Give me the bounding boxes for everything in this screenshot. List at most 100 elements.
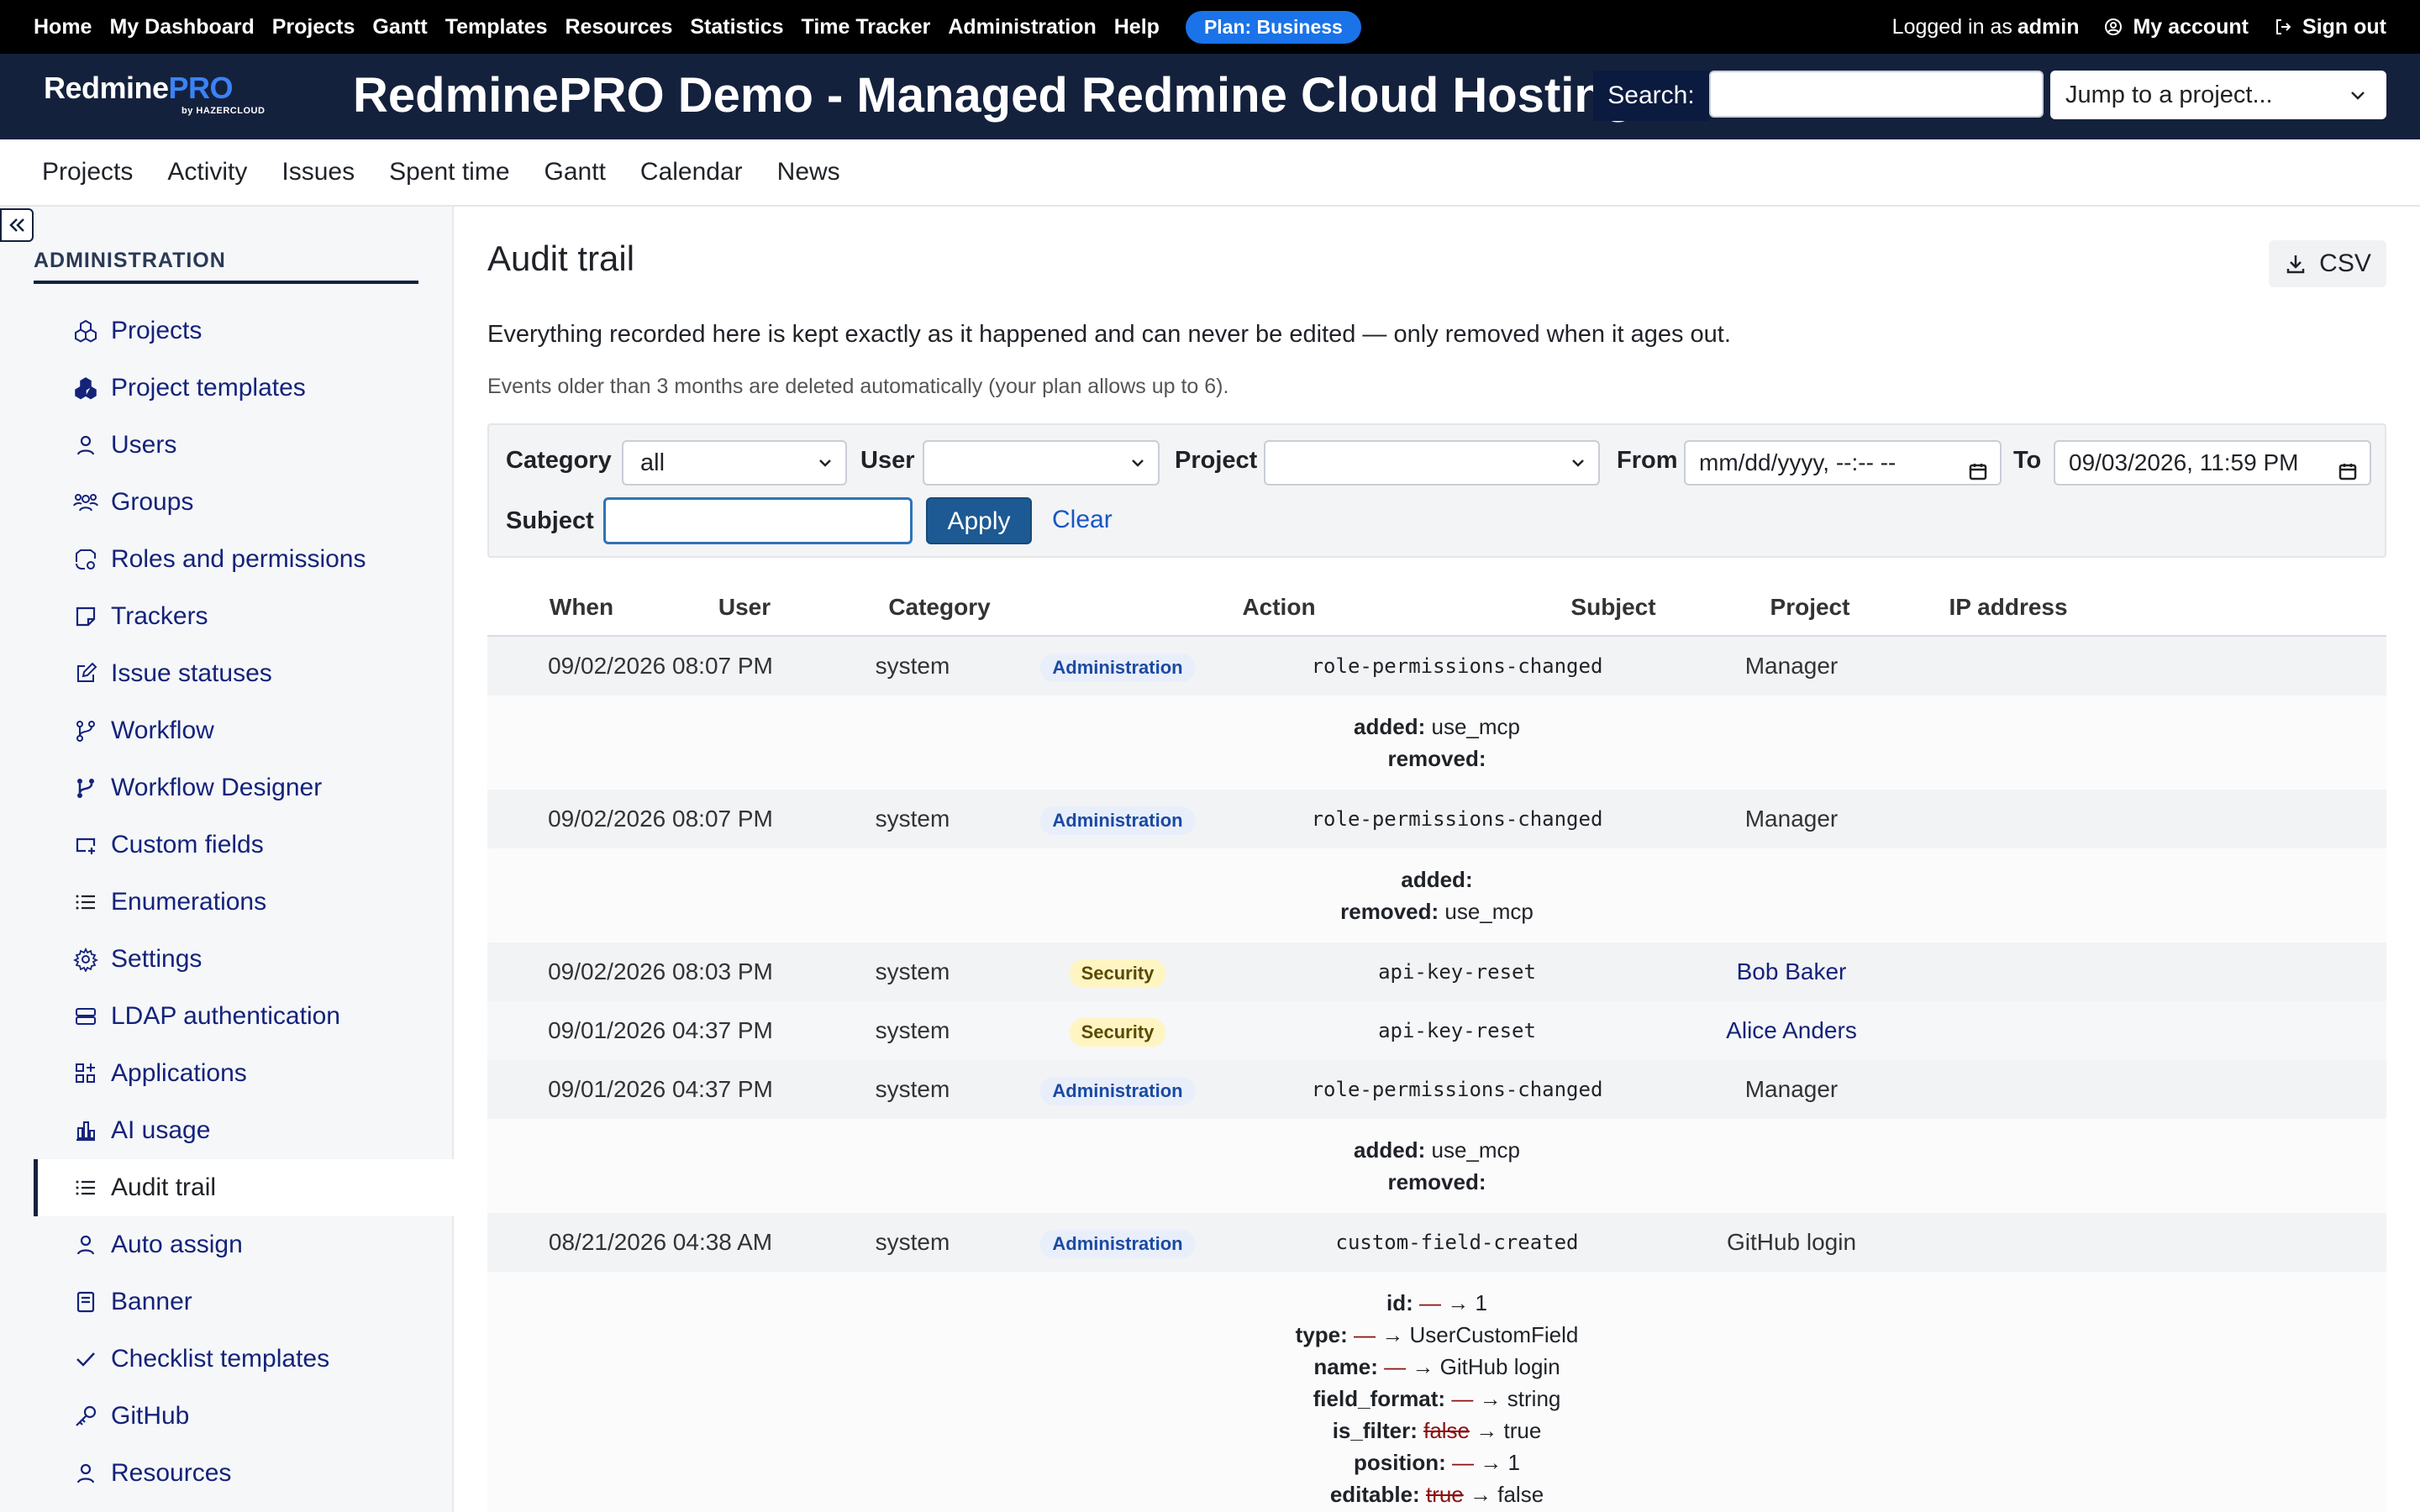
detail-key: position:	[1354, 1450, 1446, 1475]
intro-text: Everything recorded here is kept exactly…	[487, 321, 1731, 348]
subject-label: Subject	[506, 507, 594, 534]
detail-key: added:	[1354, 1137, 1426, 1163]
sidebar-item-label: LDAP authentication	[111, 1002, 340, 1030]
csv-export-button[interactable]: CSV	[2269, 240, 2386, 287]
sidebar-item-applications[interactable]: Applications	[34, 1045, 454, 1102]
sidebar-item-project-templates[interactable]: Project templates	[34, 360, 454, 417]
detail-line: editable: true → false	[487, 1478, 2386, 1510]
sidebar-item-users[interactable]: Users	[34, 417, 454, 474]
projects-icon	[72, 318, 99, 344]
sidebar-item-projects[interactable]: Projects	[34, 302, 454, 360]
main-menu-issues[interactable]: Issues	[281, 158, 355, 186]
apply-button[interactable]: Apply	[926, 497, 1032, 544]
to-date-input[interactable]: 09/03/2026, 11:59 PM	[2054, 440, 2371, 486]
sidebar-item-audit-trail[interactable]: Audit trail	[34, 1159, 454, 1216]
sidebar-item-label: Auto assign	[111, 1231, 243, 1258]
col-when: When	[549, 594, 614, 620]
top-menu-time-tracker[interactable]: Time Tracker	[802, 15, 931, 39]
cell-action: api-key-reset	[1378, 960, 1536, 984]
detail-old-value: —	[1419, 1290, 1442, 1315]
sidebar-item-auto-assign[interactable]: Auto assign	[34, 1216, 454, 1273]
from-date-input[interactable]: mm/dd/yyyy, --:-- --	[1684, 440, 2002, 486]
top-menu-administration[interactable]: Administration	[948, 15, 1096, 39]
sidebar-item-resources[interactable]: Resources	[34, 1445, 454, 1502]
detail-new-value: 1	[1507, 1450, 1520, 1475]
top-menu-statistics[interactable]: Statistics	[690, 15, 783, 39]
table-row: 09/02/2026 08:07 PM system Administratio…	[487, 637, 2386, 696]
logo[interactable]: RedminePRO by HAZERCLOUD	[44, 71, 287, 121]
logo-main: Redmine	[44, 71, 169, 105]
sidebar-item-roles-and-permissions[interactable]: Roles and permissions	[34, 531, 454, 588]
sidebar-item-groups[interactable]: Groups	[34, 474, 454, 531]
sidebar-item-custom-fields[interactable]: Custom fields	[34, 816, 454, 874]
project-jump-label: Jump to a project...	[2065, 81, 2273, 108]
arrow-right-icon: →	[1480, 1450, 1502, 1475]
my-account-link[interactable]: My account	[2104, 15, 2249, 39]
top-menu-resources[interactable]: Resources	[566, 15, 673, 39]
sidebar-item-checklist-templates[interactable]: Checklist templates	[34, 1331, 454, 1388]
sidebar-item-label: Enumerations	[111, 888, 267, 916]
main-menu-gantt[interactable]: Gantt	[544, 158, 606, 186]
filter-form: Category all User Project From mm/dd/yyy…	[487, 423, 2386, 558]
main-menu-spent-time[interactable]: Spent time	[389, 158, 509, 186]
top-menu-home[interactable]: Home	[34, 15, 92, 39]
sidebar-item-label: Groups	[111, 488, 194, 516]
sidebar-item-github[interactable]: GitHub	[34, 1388, 454, 1445]
audit-table: When User Category Action Subject Projec…	[487, 578, 2386, 1512]
main-menu-activity[interactable]: Activity	[167, 158, 247, 186]
user-icon	[72, 1460, 99, 1487]
top-menu-my-dashboard[interactable]: My Dashboard	[109, 15, 254, 39]
sidebar-item-workflow[interactable]: Workflow	[34, 702, 454, 759]
sidebar-item-banner[interactable]: Banner	[34, 1273, 454, 1331]
sidebar-item-issue-statuses[interactable]: Issue statuses	[34, 645, 454, 702]
project-jump-select[interactable]: Jump to a project...	[2050, 71, 2386, 119]
sidebar-item-enumerations[interactable]: Enumerations	[34, 874, 454, 931]
top-menu-projects[interactable]: Projects	[272, 15, 355, 39]
calendar-icon[interactable]	[2338, 453, 2358, 484]
table-row: 09/01/2026 04:37 PM system Security api-…	[487, 1001, 2386, 1060]
sidebar-item-label: Audit trail	[111, 1173, 217, 1201]
sidebar-collapse-button[interactable]	[0, 208, 34, 242]
main-menu-news[interactable]: News	[777, 158, 840, 186]
sidebar-item-settings[interactable]: Settings	[34, 931, 454, 988]
top-menu-help[interactable]: Help	[1114, 15, 1160, 39]
cell-user: system	[875, 958, 950, 984]
sidebar-item-label: Custom fields	[111, 831, 264, 858]
cell-subject: GitHub login	[1726, 1229, 1857, 1255]
sidebar-item-workflow-designer[interactable]: Workflow Designer	[34, 759, 454, 816]
detail-line: removed: use_mcp	[487, 895, 2386, 927]
table-row: 08/21/2026 04:38 AM system Administratio…	[487, 1213, 2386, 1272]
sidebar-item-label: AI usage	[111, 1116, 211, 1144]
category-select[interactable]: all	[622, 440, 847, 486]
top-menu-gantt[interactable]: Gantt	[372, 15, 427, 39]
top-menu-left: Home My Dashboard Projects Gantt Templat…	[34, 10, 1361, 44]
calendar-icon[interactable]	[1968, 453, 1988, 484]
main-menu-calendar[interactable]: Calendar	[640, 158, 743, 186]
cell-subject-link[interactable]: Alice Anders	[1670, 1001, 1912, 1060]
top-menu-templates[interactable]: Templates	[445, 15, 548, 39]
cell-action: api-key-reset	[1378, 1019, 1536, 1042]
sidebar-item-ldap-authentication[interactable]: LDAP authentication	[34, 988, 454, 1045]
detail-key: type:	[1295, 1322, 1348, 1347]
logged-in-user[interactable]: admin	[2018, 15, 2080, 39]
detail-old-value: false	[1423, 1418, 1470, 1443]
cell-user: system	[875, 806, 950, 832]
sidebar-item-trackers[interactable]: Trackers	[34, 588, 454, 645]
arrow-right-icon: →	[1479, 1386, 1502, 1411]
main-menu-projects[interactable]: Projects	[42, 158, 133, 186]
chart-icon	[72, 1117, 99, 1144]
cell-subject: Manager	[1744, 653, 1839, 679]
cell-subject-link[interactable]: Bob Baker	[1670, 942, 1912, 1001]
from-date-value: mm/dd/yyyy, --:-- --	[1699, 449, 1897, 475]
page-title: Audit trail	[487, 239, 635, 278]
col-action: Action	[1242, 594, 1316, 620]
project-select[interactable]	[1264, 440, 1600, 486]
user-select[interactable]	[923, 440, 1160, 486]
sign-out-link[interactable]: Sign out	[2274, 15, 2386, 39]
cell-action: role-permissions-changed	[1311, 807, 1603, 831]
search-input[interactable]	[1709, 71, 2044, 118]
plan-badge[interactable]: Plan: Business	[1185, 10, 1361, 44]
subject-input[interactable]	[603, 497, 913, 544]
sidebar-item-ai-usage[interactable]: AI usage	[34, 1102, 454, 1159]
clear-link[interactable]: Clear	[1052, 506, 1113, 534]
